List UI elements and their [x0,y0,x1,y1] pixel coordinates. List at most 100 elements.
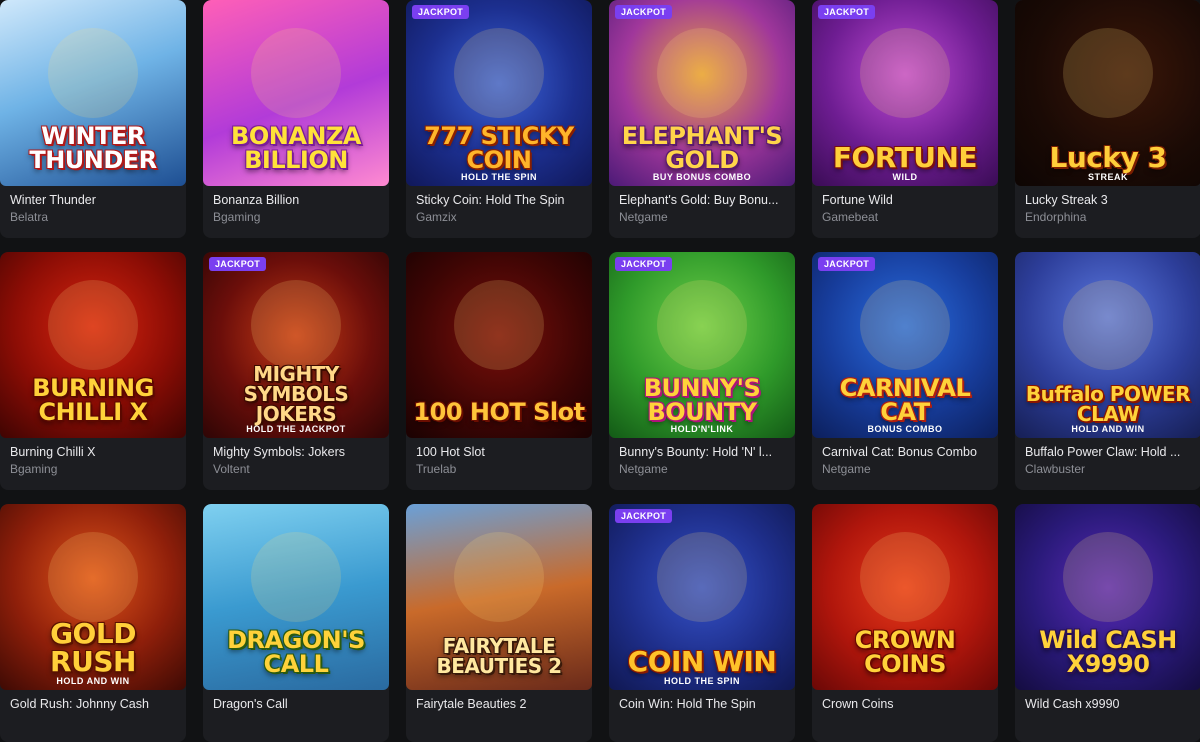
game-card[interactable]: WINTER THUNDER Winter Thunder Belatra [0,0,186,238]
jackpot-badge: JACKPOT [615,5,673,19]
game-thumbnail[interactable]: BONANZA BILLION [203,0,389,186]
game-title[interactable]: Carnival Cat: Bonus Combo [822,445,988,459]
art-decoration [251,28,341,118]
art-decoration [48,280,138,370]
game-meta: Sticky Coin: Hold The Spin Gamzix [406,186,592,224]
art-decoration [454,280,544,370]
jackpot-badge: JACKPOT [615,509,673,523]
game-title[interactable]: Buffalo Power Claw: Hold ... [1025,445,1191,459]
game-thumbnail[interactable]: JACKPOT 777 STICKY COIN HOLD THE SPIN [406,0,592,186]
game-title[interactable]: Burning Chilli X [10,445,176,459]
game-thumbnail[interactable]: DRAGON'S CALL [203,504,389,690]
game-title[interactable]: Elephant's Gold: Buy Bonu... [619,193,785,207]
game-art-title: FAIRYTALE BEAUTIES 2 [436,634,562,678]
game-art-title: CROWN COINS [854,626,956,678]
game-title[interactable]: Fortune Wild [822,193,988,207]
game-provider: Gamebeat [822,210,879,224]
game-art-title: COIN WIN [627,645,777,678]
game-thumbnail[interactable]: JACKPOT CARNIVAL CAT BONUS COMBO [812,252,998,438]
game-meta: Gold Rush: Johnny Cash [0,690,186,711]
game-card[interactable]: JACKPOT BUNNY'S BOUNTY HOLD'N'LINK Bunny's … [609,252,795,490]
game-art-title: CARNIVAL CAT [839,374,971,426]
game-thumbnail[interactable]: FAIRYTALE BEAUTIES 2 [406,504,592,690]
game-art-subtitle: WILD [892,172,918,182]
game-card[interactable]: JACKPOT COIN WIN HOLD THE SPIN Coin Win: Ho… [609,504,795,742]
game-thumbnail[interactable]: JACKPOT COIN WIN HOLD THE SPIN [609,504,795,690]
game-card[interactable]: FAIRYTALE BEAUTIES 2 Fairytale Beauties 2 [406,504,592,742]
game-meta: Coin Win: Hold The Spin [609,690,795,711]
game-thumbnail[interactable]: JACKPOT MIGHTY SYMBOLS JOKERS HOLD THE JAC… [203,252,389,438]
art-decoration [454,28,544,118]
game-card[interactable]: BONANZA BILLION Bonanza Billion Bgaming [203,0,389,238]
game-provider: Netgame [619,210,668,224]
game-meta: Lucky Streak 3 Endorphina [1015,186,1200,224]
game-title[interactable]: Crown Coins [822,697,988,711]
game-card[interactable]: JACKPOT 777 STICKY COIN HOLD THE SPIN Stick… [406,0,592,238]
game-thumbnail[interactable]: Wild CASH X9990 [1015,504,1200,690]
game-provider: Endorphina [1025,210,1087,224]
game-card[interactable]: JACKPOT MIGHTY SYMBOLS JOKERS HOLD THE JAC… [203,252,389,490]
game-thumbnail[interactable]: CROWN COINS [812,504,998,690]
game-thumbnail[interactable]: GOLD RUSH HOLD AND WIN [0,504,186,690]
game-card[interactable]: Wild CASH X9990 Wild Cash x9990 [1015,504,1200,742]
game-title[interactable]: Fairytale Beauties 2 [416,697,582,711]
jackpot-badge: JACKPOT [615,257,673,271]
game-title[interactable]: 100 Hot Slot [416,445,582,459]
game-card[interactable]: 100 HOT Slot 100 Hot Slot Truelab [406,252,592,490]
game-grid: WINTER THUNDER Winter Thunder Belatra BONAN… [0,0,1200,742]
game-title[interactable]: Gold Rush: Johnny Cash [10,697,176,711]
art-decoration [860,28,950,118]
game-thumbnail[interactable]: JACKPOT BUNNY'S BOUNTY HOLD'N'LINK [609,252,795,438]
game-thumbnail[interactable]: WINTER THUNDER [0,0,186,186]
game-thumbnail[interactable]: Lucky 3 STREAK [1015,0,1200,186]
game-title[interactable]: Lucky Streak 3 [1025,193,1191,207]
game-title[interactable]: Mighty Symbols: Jokers [213,445,379,459]
game-card[interactable]: Buffalo POWER CLAW HOLD AND WIN Buffalo Po… [1015,252,1200,490]
game-card[interactable]: JACKPOT FORTUNE WILD Fortune Wild Gamebeat [812,0,998,238]
game-card[interactable]: CROWN COINS Crown Coins [812,504,998,742]
game-art-title: 100 HOT Slot [413,398,585,426]
art-decoration [48,28,138,118]
art-decoration [251,532,341,622]
game-card[interactable]: JACKPOT ELEPHANT'S GOLD BUY BONUS COMBO Ele… [609,0,795,238]
art-decoration [1063,280,1153,370]
game-art-title: Wild CASH X9990 [1039,626,1177,678]
game-title[interactable]: Winter Thunder [10,193,176,207]
game-meta: Buffalo Power Claw: Hold ... Clawbuster [1015,438,1200,476]
game-art-title: DRAGON'S CALL [227,626,365,678]
game-thumbnail[interactable]: BURNING CHILLI X [0,252,186,438]
game-card[interactable]: BURNING CHILLI X Burning Chilli X Bgaming [0,252,186,490]
game-art-title: ELEPHANT'S GOLD [621,122,783,174]
game-title[interactable]: Wild Cash x9990 [1025,697,1191,711]
game-meta: Burning Chilli X Bgaming [0,438,186,476]
game-title[interactable]: Coin Win: Hold The Spin [619,697,785,711]
game-art-subtitle: HOLD THE SPIN [663,676,740,686]
game-card[interactable]: JACKPOT CARNIVAL CAT BONUS COMBO Carnival C… [812,252,998,490]
game-meta: Dragon's Call [203,690,389,711]
game-meta: Crown Coins [812,690,998,711]
game-thumbnail[interactable]: Buffalo POWER CLAW HOLD AND WIN [1015,252,1200,438]
game-card[interactable]: GOLD RUSH HOLD AND WIN Gold Rush: Johnny C… [0,504,186,742]
game-art-title: BONANZA BILLION [231,122,361,174]
game-meta: Mighty Symbols: Jokers Voltent [203,438,389,476]
game-provider: Netgame [822,462,871,476]
game-thumbnail[interactable]: JACKPOT ELEPHANT'S GOLD BUY BONUS COMBO [609,0,795,186]
game-thumbnail[interactable]: JACKPOT FORTUNE WILD [812,0,998,186]
game-art-subtitle: HOLD THE JACKPOT [246,424,346,434]
game-card[interactable]: DRAGON'S CALL Dragon's Call [203,504,389,742]
game-title[interactable]: Dragon's Call [213,697,379,711]
game-title[interactable]: Bunny's Bounty: Hold 'N' l... [619,445,785,459]
game-provider: Bgaming [10,462,58,476]
game-art-subtitle: HOLD THE SPIN [460,172,537,182]
game-thumbnail[interactable]: 100 HOT Slot [406,252,592,438]
game-art-title: BURNING CHILLI X [32,374,154,426]
game-art-subtitle: HOLD AND WIN [1071,424,1145,434]
art-decoration [454,532,544,622]
game-provider: Clawbuster [1025,462,1086,476]
game-title[interactable]: Bonanza Billion [213,193,379,207]
game-art-title: MIGHTY SYMBOLS JOKERS [243,362,349,426]
game-title[interactable]: Sticky Coin: Hold The Spin [416,193,582,207]
game-provider: Voltent [213,462,250,476]
game-meta: Wild Cash x9990 [1015,690,1200,711]
game-card[interactable]: Lucky 3 STREAK Lucky Streak 3 Endorphina [1015,0,1200,238]
